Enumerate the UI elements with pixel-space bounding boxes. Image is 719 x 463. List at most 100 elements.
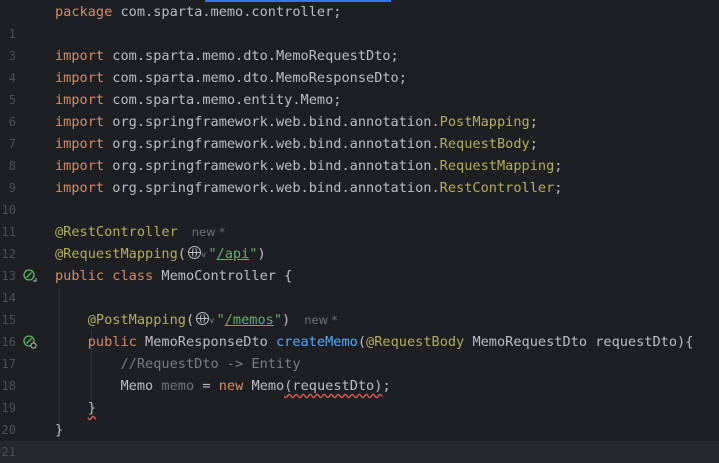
code-line[interactable]: 19 } — [0, 397, 719, 419]
code-text[interactable]: } — [55, 419, 63, 441]
chevron-down-icon[interactable]: ˅ — [209, 317, 214, 327]
line-number: 3 — [8, 49, 16, 63]
code-line[interactable]: package com.sparta.memo.controller; — [0, 1, 719, 23]
line-number: 14 — [1, 291, 16, 305]
code-line[interactable]: 9 import org.springframework.web.bind.ann… — [0, 177, 719, 199]
code-token: import — [55, 48, 113, 64]
code-text[interactable]: //RequestDto -> Entity — [55, 353, 300, 375]
usage-hint[interactable]: new * — [192, 225, 225, 239]
code-editor[interactable]: package com.sparta.memo.controller; 1 3 imp… — [0, 0, 719, 463]
line-number: 5 — [8, 93, 16, 107]
code-token: = — [194, 378, 219, 394]
code-token: ; — [529, 136, 538, 152]
code-line[interactable]: 13 public class MemoController { — [0, 265, 719, 287]
code-token: ; — [529, 114, 538, 130]
code-text[interactable]: Memo memo = new Memo(requestDto); — [55, 375, 391, 397]
code-text[interactable]: @RestController new * — [55, 221, 225, 243]
usage-hint[interactable]: new * — [304, 313, 337, 327]
code-token: @RequestBody — [366, 334, 473, 350]
code-text[interactable]: import org.springframework.web.bind.anno… — [55, 133, 538, 155]
code-token: com.sparta.memo.controller; — [120, 4, 342, 20]
code-token: MemoController { — [161, 268, 293, 284]
code-token: ; — [554, 180, 563, 196]
code-token: ( — [177, 246, 186, 262]
code-text[interactable]: } — [55, 397, 96, 419]
code-token: ; — [382, 378, 391, 394]
code-line[interactable]: 15 @PostMapping(˅ "/memos") new * — [0, 309, 719, 331]
code-line[interactable]: 6 import org.springframework.web.bind.ann… — [0, 111, 719, 133]
code-token: memo — [161, 378, 195, 394]
code-line[interactable]: 3 import com.sparta.memo.dto.MemoRequestD… — [0, 45, 719, 67]
line-number: 8 — [8, 159, 16, 173]
line-number: 19 — [1, 401, 16, 415]
code-token: @PostMapping — [87, 312, 186, 328]
code-line[interactable]: 10 — [0, 199, 719, 221]
code-line[interactable]: 1 — [0, 23, 719, 45]
code-line[interactable]: 17 //RequestDto -> Entity — [0, 353, 719, 375]
code-token: com.sparta.memo.dto.MemoResponseDto; — [112, 70, 407, 86]
line-number: 6 — [8, 115, 16, 129]
code-token: com.sparta.memo.dto.MemoRequestDto; — [112, 48, 399, 64]
code-line[interactable]: 7 import org.springframework.web.bind.ann… — [0, 133, 719, 155]
code-text[interactable]: import com.sparta.memo.entity.Memo; — [55, 89, 341, 111]
code-text[interactable]: @PostMapping(˅ "/memos") new * — [55, 309, 337, 333]
line-number: 16 — [1, 335, 16, 349]
bean-class-icon[interactable] — [23, 269, 37, 283]
code-text[interactable]: public MemoResponseDto createMemo(@Reque… — [55, 331, 694, 353]
code-token: /memos — [224, 312, 274, 328]
code-token: import — [55, 180, 113, 196]
code-token: Memo — [251, 378, 285, 394]
code-line[interactable]: 12 @RequestMapping(˅ "/api") — [0, 243, 719, 265]
code-token: ( — [185, 312, 195, 328]
code-token: new — [218, 378, 252, 394]
line-number: 17 — [1, 357, 16, 371]
line-number: 21 — [1, 445, 16, 459]
code-line[interactable]: 20} — [0, 419, 719, 441]
line-number: 4 — [8, 71, 16, 85]
code-token: RequestBody — [439, 136, 530, 152]
code-token: ) — [257, 246, 266, 262]
code-text[interactable]: package com.sparta.memo.controller; — [55, 1, 341, 23]
code-token: import — [55, 136, 113, 152]
code-line[interactable]: 8 import org.springframework.web.bind.ann… — [0, 155, 719, 177]
code-token: org.springframework.web.bind.annotation. — [112, 180, 440, 196]
code-line[interactable]: 18 Memo memo = new Memo(requestDto); — [0, 375, 719, 397]
web-endpoint-icon[interactable] — [187, 246, 201, 259]
code-line[interactable]: 21 — [0, 441, 719, 463]
chevron-down-icon[interactable]: ˅ — [201, 251, 206, 261]
code-line[interactable]: 11 @RestController new * — [0, 221, 719, 243]
line-number: 10 — [1, 203, 16, 217]
line-number: 15 — [1, 313, 16, 327]
code-token: PostMapping — [439, 114, 530, 130]
code-token: org.springframework.web.bind.annotation. — [112, 158, 440, 174]
line-number: 11 — [1, 225, 16, 239]
code-token: ( — [357, 334, 367, 350]
code-text[interactable]: import org.springframework.web.bind.anno… — [55, 177, 562, 199]
code-token: RequestMapping — [439, 158, 555, 174]
request-mapping-icon[interactable] — [23, 335, 37, 349]
line-number: 9 — [8, 181, 16, 195]
code-text[interactable]: public class MemoController { — [55, 265, 292, 287]
code-text[interactable]: import com.sparta.memo.dto.MemoResponseD… — [55, 67, 407, 89]
code-text[interactable]: import com.sparta.memo.dto.MemoRequestDt… — [55, 45, 399, 67]
code-line[interactable]: 4 import com.sparta.memo.dto.MemoResponse… — [0, 67, 719, 89]
code-line[interactable]: 14 — [0, 287, 719, 309]
code-token: class — [112, 268, 162, 284]
code-text[interactable]: @RequestMapping(˅ "/api") — [55, 243, 266, 267]
line-number: 7 — [8, 137, 16, 151]
code-token: @RestController — [55, 224, 178, 240]
web-endpoint-icon[interactable] — [196, 312, 210, 325]
code-token: @RequestMapping — [55, 246, 178, 262]
code-text[interactable]: import org.springframework.web.bind.anno… — [55, 155, 562, 177]
code-token: import — [55, 70, 113, 86]
code-token: com.sparta.memo.entity.Memo; — [112, 92, 342, 108]
code-line[interactable]: 16 public MemoResponseDto createMemo(@Re… — [0, 331, 719, 353]
code-token: public — [87, 334, 146, 350]
code-token: import — [55, 92, 113, 108]
code-line[interactable]: 5 import com.sparta.memo.entity.Memo; — [0, 89, 719, 111]
code-text[interactable]: import org.springframework.web.bind.anno… — [55, 111, 538, 133]
